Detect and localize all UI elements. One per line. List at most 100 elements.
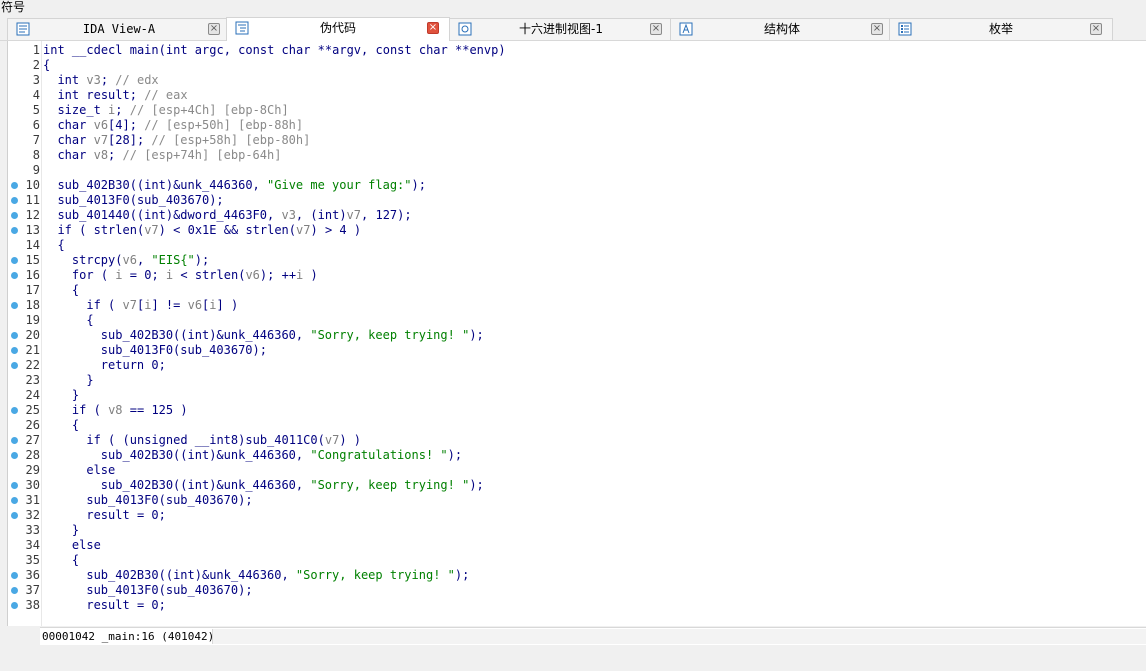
- tab-pseudocode[interactable]: 伪代码 ×: [226, 17, 450, 41]
- breakpoint-dot-icon[interactable]: [11, 302, 18, 309]
- code-line[interactable]: 20 sub_402B30((int)&unk_446360, "Sorry, …: [8, 328, 1138, 343]
- code-text[interactable]: sub_401440((int)&dword_4463F0, v3, (int)…: [43, 208, 411, 223]
- code-text[interactable]: sub_4013F0(sub_403670);: [43, 583, 252, 598]
- code-line[interactable]: 17 {: [8, 283, 1138, 298]
- close-icon[interactable]: ×: [650, 23, 662, 35]
- breakpoint-dot-icon[interactable]: [11, 227, 18, 234]
- code-line[interactable]: 29 else: [8, 463, 1138, 478]
- code-text[interactable]: if ( strlen(v7) < 0x1E && strlen(v7) > 4…: [43, 223, 361, 238]
- tab-enums[interactable]: 枚举 ×: [889, 18, 1113, 40]
- code-text[interactable]: int __cdecl main(int argc, const char **…: [43, 43, 506, 58]
- code-text[interactable]: char v7[28]; // [esp+58h] [ebp-80h]: [43, 133, 310, 148]
- breakpoint-dot-icon[interactable]: [11, 587, 18, 594]
- code-line[interactable]: 16 for ( i = 0; i < strlen(v6); ++i ): [8, 268, 1138, 283]
- code-text[interactable]: }: [43, 388, 79, 403]
- code-line[interactable]: 19 {: [8, 313, 1138, 328]
- code-line[interactable]: 38 result = 0;: [8, 598, 1138, 613]
- code-text[interactable]: if ( v8 == 125 ): [43, 403, 188, 418]
- code-text[interactable]: {: [43, 313, 93, 328]
- code-line[interactable]: 6 char v6[4]; // [esp+50h] [ebp-88h]: [8, 118, 1138, 133]
- close-icon[interactable]: ×: [427, 22, 439, 34]
- code-text[interactable]: else: [43, 538, 101, 553]
- breakpoint-dot-icon[interactable]: [11, 347, 18, 354]
- code-line[interactable]: 2{: [8, 58, 1138, 73]
- code-line[interactable]: 21 sub_4013F0(sub_403670);: [8, 343, 1138, 358]
- code-line[interactable]: 32 result = 0;: [8, 508, 1138, 523]
- code-text[interactable]: sub_402B30((int)&unk_446360, "Sorry, kee…: [43, 478, 484, 493]
- code-text[interactable]: result = 0;: [43, 598, 166, 613]
- tab-ida-view-a[interactable]: IDA View-A ×: [7, 18, 231, 40]
- code-line[interactable]: 26 {: [8, 418, 1138, 433]
- tab-structures[interactable]: 结构体 ×: [670, 18, 894, 40]
- breakpoint-dot-icon[interactable]: [11, 497, 18, 504]
- code-text[interactable]: {: [43, 418, 79, 433]
- code-line[interactable]: 8 char v8; // [esp+74h] [ebp-64h]: [8, 148, 1138, 163]
- code-text[interactable]: }: [43, 523, 79, 538]
- code-line[interactable]: 34 else: [8, 538, 1138, 553]
- code-text[interactable]: {: [43, 283, 79, 298]
- code-text[interactable]: result = 0;: [43, 508, 166, 523]
- code-line[interactable]: 30 sub_402B30((int)&unk_446360, "Sorry, …: [8, 478, 1138, 493]
- code-text[interactable]: sub_402B30((int)&unk_446360, "Give me yo…: [43, 178, 426, 193]
- code-text[interactable]: sub_402B30((int)&unk_446360, "Sorry, kee…: [43, 568, 469, 583]
- code-line[interactable]: 3 int v3; // edx: [8, 73, 1138, 88]
- code-line[interactable]: 28 sub_402B30((int)&unk_446360, "Congrat…: [8, 448, 1138, 463]
- code-line[interactable]: 10 sub_402B30((int)&unk_446360, "Give me…: [8, 178, 1138, 193]
- breakpoint-dot-icon[interactable]: [11, 197, 18, 204]
- code-text[interactable]: char v8; // [esp+74h] [ebp-64h]: [43, 148, 281, 163]
- code-text[interactable]: if ( (unsigned __int8)sub_4011C0(v7) ): [43, 433, 361, 448]
- code-text[interactable]: {: [43, 553, 79, 568]
- code-text[interactable]: sub_4013F0(sub_403670);: [43, 343, 267, 358]
- code-line[interactable]: 4 int result; // eax: [8, 88, 1138, 103]
- code-text[interactable]: {: [43, 238, 64, 253]
- code-text[interactable]: int result; // eax: [43, 88, 187, 103]
- code-line[interactable]: 1 int __cdecl main(int argc, const char *…: [8, 43, 1138, 58]
- tab-hex-view[interactable]: 十六进制视图-1 ×: [449, 18, 673, 40]
- breakpoint-dot-icon[interactable]: [11, 257, 18, 264]
- breakpoint-dot-icon[interactable]: [11, 332, 18, 339]
- code-line[interactable]: 12 sub_401440((int)&dword_4463F0, v3, (i…: [8, 208, 1138, 223]
- code-line[interactable]: 33 }: [8, 523, 1138, 538]
- code-line[interactable]: 24 }: [8, 388, 1138, 403]
- pseudocode-editor[interactable]: 1 int __cdecl main(int argc, const char *…: [7, 41, 1146, 626]
- code-text[interactable]: sub_402B30((int)&unk_446360, "Sorry, kee…: [43, 328, 484, 343]
- breakpoint-dot-icon[interactable]: [11, 212, 18, 219]
- code-line[interactable]: 5 size_t i; // [esp+4Ch] [ebp-8Ch]: [8, 103, 1138, 118]
- breakpoint-dot-icon[interactable]: [11, 437, 18, 444]
- code-line[interactable]: 23 }: [8, 373, 1138, 388]
- code-line[interactable]: 14 {: [8, 238, 1138, 253]
- code-text[interactable]: return 0;: [43, 358, 166, 373]
- breakpoint-dot-icon[interactable]: [11, 272, 18, 279]
- code-text[interactable]: sub_402B30((int)&unk_446360, "Congratula…: [43, 448, 462, 463]
- code-text[interactable]: sub_4013F0(sub_403670);: [43, 493, 252, 508]
- code-line[interactable]: 9: [8, 163, 1138, 178]
- breakpoint-dot-icon[interactable]: [11, 407, 18, 414]
- horizontal-scrollbar[interactable]: [212, 629, 1146, 644]
- code-text[interactable]: int v3; // edx: [43, 73, 158, 88]
- code-line[interactable]: 37 sub_4013F0(sub_403670);: [8, 583, 1138, 598]
- breakpoint-dot-icon[interactable]: [11, 452, 18, 459]
- close-icon[interactable]: ×: [208, 23, 220, 35]
- close-icon[interactable]: ×: [1090, 23, 1102, 35]
- close-icon[interactable]: ×: [871, 23, 883, 35]
- breakpoint-dot-icon[interactable]: [11, 572, 18, 579]
- code-text[interactable]: }: [43, 373, 93, 388]
- code-line[interactable]: 25 if ( v8 == 125 ): [8, 403, 1138, 418]
- code-line[interactable]: 18 if ( v7[i] != v6[i] ): [8, 298, 1138, 313]
- code-text[interactable]: for ( i = 0; i < strlen(v6); ++i ): [43, 268, 318, 283]
- breakpoint-dot-icon[interactable]: [11, 182, 18, 189]
- code-text[interactable]: strcpy(v6, "EIS{");: [43, 253, 209, 268]
- code-line[interactable]: 31 sub_4013F0(sub_403670);: [8, 493, 1138, 508]
- code-text[interactable]: else: [43, 463, 115, 478]
- breakpoint-dot-icon[interactable]: [11, 602, 18, 609]
- code-line[interactable]: 35 {: [8, 553, 1138, 568]
- code-line[interactable]: 11 sub_4013F0(sub_403670);: [8, 193, 1138, 208]
- breakpoint-dot-icon[interactable]: [11, 482, 18, 489]
- code-text[interactable]: {: [43, 58, 50, 73]
- code-line[interactable]: 36 sub_402B30((int)&unk_446360, "Sorry, …: [8, 568, 1138, 583]
- code-line[interactable]: 27 if ( (unsigned __int8)sub_4011C0(v7) …: [8, 433, 1138, 448]
- code-line[interactable]: 22 return 0;: [8, 358, 1138, 373]
- code-text[interactable]: size_t i; // [esp+4Ch] [ebp-8Ch]: [43, 103, 288, 118]
- breakpoint-dot-icon[interactable]: [11, 362, 18, 369]
- breakpoint-dot-icon[interactable]: [11, 512, 18, 519]
